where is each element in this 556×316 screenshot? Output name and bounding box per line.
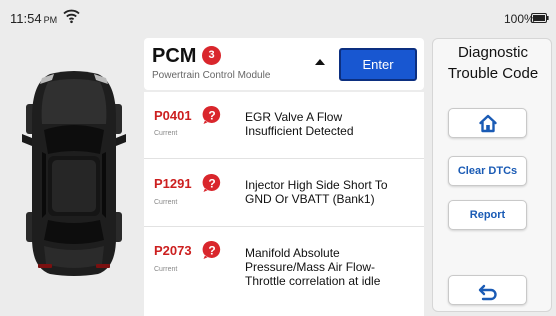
help-question-icon[interactable]: ?: [202, 240, 222, 260]
side-panel-title-line: Diagnostic: [457, 44, 529, 61]
module-header: PCM 3 Powertrain Control Module Enter: [144, 38, 424, 90]
module-name: PCM: [152, 45, 197, 67]
dtc-list: P0401 ? Current EGR Valve A Flow Insuffi…: [144, 92, 424, 316]
clock-ampm: PM: [43, 15, 58, 25]
side-panel-title: Diagnostic Trouble Code: [433, 42, 553, 84]
dtc-description-line: Insufficient Detected: [245, 124, 354, 138]
report-label: Report: [469, 209, 506, 221]
dtc-row[interactable]: P1291 ? Current Injector High Side Short…: [144, 159, 424, 225]
dtc-description-line: Pressure/Mass Air Flow-: [245, 260, 376, 274]
status-bar: 11:54 PM 100%: [0, 0, 556, 34]
dtc-description-line: Throttle correlation at idle: [245, 274, 381, 288]
report-button[interactable]: Report: [448, 200, 527, 230]
dtc-row[interactable]: P2073 ? Current Manifold Absolute Pressu…: [144, 227, 424, 316]
dtc-description: Manifold Absolute Pressure/Mass Air Flow…: [245, 246, 420, 288]
clear-dtcs-button[interactable]: Clear DTCs: [448, 156, 527, 186]
collapse-chevron-up-icon[interactable]: [314, 58, 326, 66]
clock: 11:54 PM: [10, 11, 57, 26]
dtc-status: Current: [154, 199, 178, 206]
help-question-icon[interactable]: ?: [202, 105, 222, 125]
svg-text:?: ?: [208, 177, 215, 191]
dtc-panel: PCM 3 Powertrain Control Module Enter P0…: [144, 38, 424, 316]
dtc-code: P1291: [154, 176, 192, 191]
home-button[interactable]: [448, 108, 527, 138]
back-arrow-icon: [478, 284, 497, 301]
enter-button[interactable]: Enter: [339, 48, 417, 81]
car-top-view-image: [22, 71, 126, 276]
module-full-name: Powertrain Control Module: [152, 70, 271, 81]
dtc-row[interactable]: P0401 ? Current EGR Valve A Flow Insuffi…: [144, 92, 424, 158]
home-icon: [479, 114, 497, 133]
clear-dtcs-label: Clear DTCs: [457, 165, 518, 177]
battery-icon: [531, 13, 549, 23]
dtc-code: P2073: [154, 243, 192, 258]
wifi-icon: [63, 9, 80, 24]
dtc-description-line: Manifold Absolute: [245, 246, 340, 260]
svg-text:?: ?: [208, 109, 215, 123]
dtc-status: Current: [154, 130, 178, 137]
dtc-description: EGR Valve A Flow Insufficient Detected: [245, 110, 420, 138]
side-panel-title-line: Trouble Code: [447, 65, 539, 82]
clock-time: 11:54: [10, 11, 42, 26]
dtc-description-line: EGR Valve A Flow: [245, 110, 343, 124]
dtc-status: Current: [154, 266, 178, 273]
dtc-description-line: GND Or VBATT (Bank1): [245, 192, 375, 206]
side-panel: Diagnostic Trouble Code Clear DTCs Repor…: [432, 38, 552, 312]
svg-text:?: ?: [208, 244, 215, 258]
back-button[interactable]: [448, 275, 527, 305]
dtc-description: Injector High Side Short To GND Or VBATT…: [245, 178, 420, 206]
dtc-code: P0401: [154, 108, 192, 123]
dtc-description-line: Injector High Side Short To: [245, 178, 388, 192]
dtc-count-badge: 3: [202, 46, 221, 65]
help-question-icon[interactable]: ?: [202, 173, 222, 193]
